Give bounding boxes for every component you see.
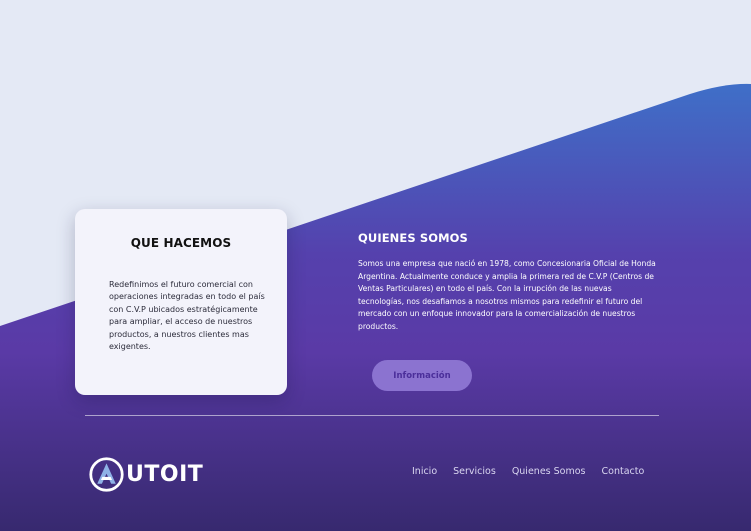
what-we-do-card: QUE HACEMOS Redefinimos el futuro comerc… [75, 209, 287, 395]
footer-divider [85, 415, 659, 416]
footer-nav-quienes-somos[interactable]: Quienes Somos [512, 466, 586, 477]
logo-text: UTOIT [126, 461, 204, 487]
info-button[interactable]: Información [372, 360, 472, 391]
about-text: Somos una empresa que nació en 1978, com… [358, 259, 656, 331]
what-we-do-title: QUE HACEMOS [130, 236, 232, 250]
page: QUE HACEMOS Redefinimos el futuro comerc… [0, 0, 751, 531]
logo-a-icon [89, 456, 124, 492]
footer-nav-servicios[interactable]: Servicios [453, 466, 496, 477]
footer-nav: Inicio Servicios Quienes Somos Contacto [412, 466, 644, 477]
about-section: QUIENES SOMOS Somos una empresa que naci… [358, 231, 658, 333]
about-title: QUIENES SOMOS [358, 231, 468, 245]
what-we-do-text: Redefinimos el futuro comercial con oper… [109, 280, 265, 352]
footer-nav-inicio[interactable]: Inicio [412, 466, 437, 477]
footer-logo[interactable]: UTOIT [88, 455, 203, 493]
footer-nav-contacto[interactable]: Contacto [602, 466, 645, 477]
